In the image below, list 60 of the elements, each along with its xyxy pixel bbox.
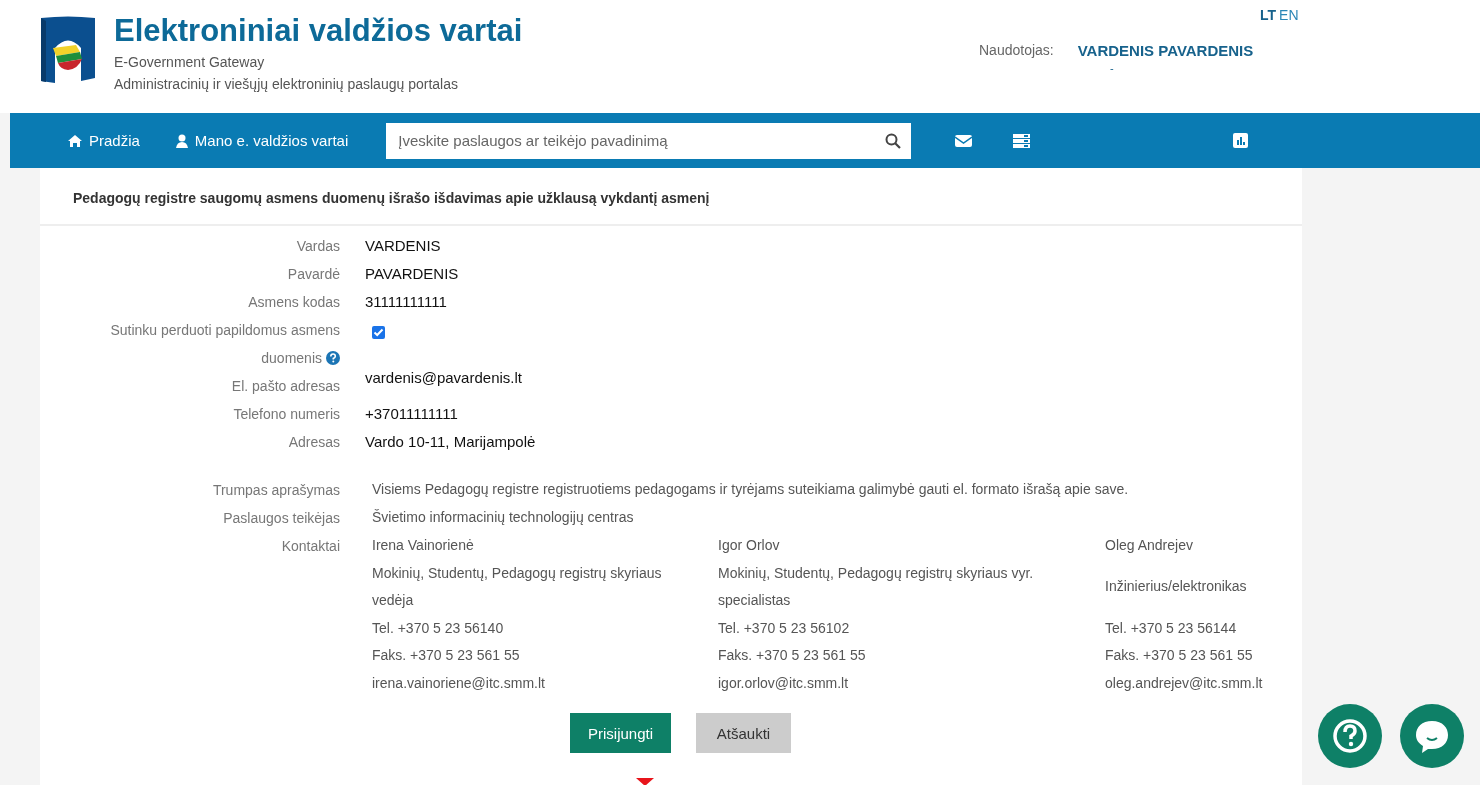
contact-email[interactable]: oleg.andrejev@itc.smm.lt: [1105, 669, 1305, 697]
contact-name: Igor Orlov: [718, 536, 781, 555]
user-name[interactable]: VARDENIS PAVARDENIS: [1077, 42, 1254, 59]
contact-name: Oleg Andrejev: [1105, 536, 1194, 555]
user-label: Naudotojas:: [979, 42, 1054, 59]
contact-fax: Faks. +370 5 23 561 55: [1105, 646, 1254, 665]
checkbox[interactable]: [372, 326, 385, 339]
user-icon: [175, 133, 188, 148]
site-tagline: Administracinių ir viešųjų elektroninių paslaugų portalas: [114, 75, 459, 94]
login-button[interactable]: Prisijungti: [570, 713, 672, 753]
nav-link[interactable]: Mano e. valdžios vartai: [175, 132, 349, 149]
chat-button[interactable]: [1400, 704, 1464, 768]
field-value: Vardo 10-11, Marijampolė: [365, 432, 537, 452]
contact-email[interactable]: irena.vainoriene@itc.smm.lt: [372, 669, 718, 697]
field-label: Telefono numeris: [232, 405, 340, 424]
info-value: Švietimo informacinių technologijų centras: [372, 508, 635, 527]
contact-name: Irena Vainorienė: [372, 536, 475, 555]
logo-icon: [38, 15, 98, 85]
field-value: VARDENIS: [365, 236, 442, 256]
contact-fax: Faks. +370 5 23 561 55: [718, 646, 867, 665]
field-label: El. pašto adresas: [230, 377, 340, 396]
info-label: Paslaugos teikėjas: [222, 509, 340, 528]
check-icon: [372, 326, 385, 339]
field-label: Vardas: [295, 237, 340, 256]
site-subtitle: E-Government Gateway: [114, 53, 266, 72]
contact-position: Inžinierius/elektronikas: [1105, 577, 1248, 597]
field-label: Pavardė: [286, 265, 340, 284]
field-value: PAVARDENIS: [365, 264, 460, 284]
info-label: Kontaktai: [280, 537, 340, 556]
form-title: Pedagogų registre saugomų asmens duomenų išrašo išdavimas apie užklausą vykdantį asmenį: [40, 168, 1302, 226]
site-title: Elektroniniai valdžios vartai: [114, 12, 523, 50]
field-value: 31111111111: [365, 292, 448, 312]
field-value: +37011111111: [365, 404, 459, 424]
home-icon: [68, 133, 82, 148]
mail-icon[interactable]: [955, 133, 973, 148]
pointer-icon: [636, 778, 654, 785]
list-icon[interactable]: [1013, 133, 1031, 148]
contact-phone: Tel. +370 5 23 56140: [372, 618, 505, 638]
contact-fax: Faks. +370 5 23 561 55: [372, 646, 521, 665]
search-field[interactable]: Įveskite paslaugos ar teikėjo pavadinimą: [386, 122, 912, 159]
contact-position: Mokinių, Studentų, Pedagogų registrų skyriaus vedėja: [372, 563, 663, 610]
contact-email[interactable]: igor.orlov@itc.smm.lt: [718, 669, 1105, 697]
info-value: Visiems Pedagogų registre registruotiems pedagogams ir tyrėjams suteikiama galimybė gauti el. formato išrašą apie save.: [372, 480, 1130, 499]
field-value: vardenis@pavardenis.lt: [365, 368, 523, 388]
help-button[interactable]: [1318, 704, 1382, 768]
contact-position: Mokinių, Studentų, Pedagogų registrų skyriaus vyr. specialistas: [718, 563, 1035, 610]
info-label: Trumpas aprašymas: [211, 481, 340, 500]
nav-link[interactable]: Pradžia: [68, 132, 140, 149]
language-link[interactable]: EN: [1279, 7, 1299, 23]
language-link[interactable]: LT: [1260, 7, 1277, 23]
contact-phone: Tel. +370 5 23 56102: [718, 618, 851, 638]
help-icon[interactable]: [326, 351, 340, 365]
field-label: Asmens kodas: [247, 293, 340, 312]
cancel-button[interactable]: Atšaukti: [696, 713, 792, 753]
contact-phone: Tel. +370 5 23 56144: [1105, 618, 1238, 638]
search-icon[interactable]: [885, 132, 902, 149]
field-label: Sutinku perduoti papildomus asmens duomenis: [109, 321, 340, 368]
field-label: Adresas: [287, 433, 340, 452]
chart-icon[interactable]: [1233, 133, 1249, 148]
user-detail: -: [1110, 62, 1114, 74]
